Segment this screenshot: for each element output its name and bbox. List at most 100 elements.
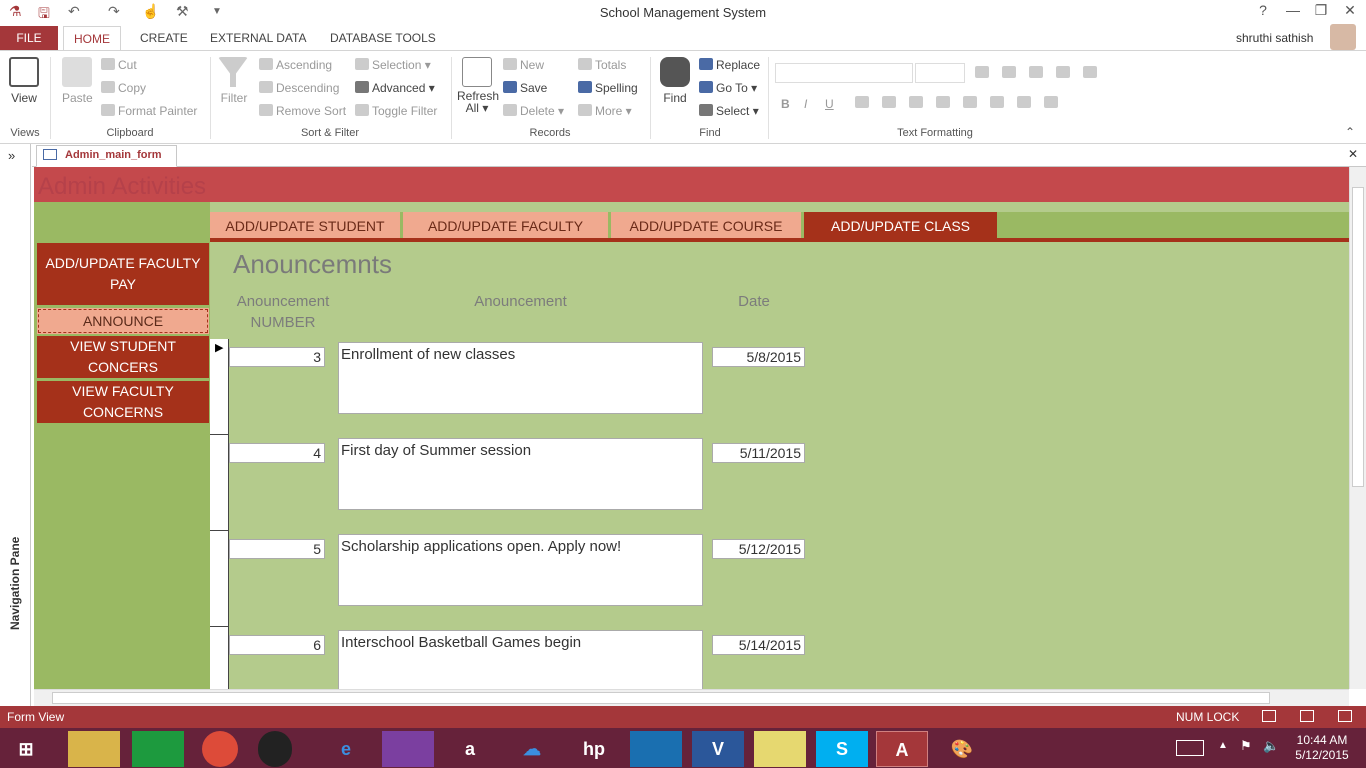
user-name[interactable]: shruthi sathish [1236,31,1313,45]
filter-button[interactable]: Filter [218,57,250,105]
document-tab[interactable]: Admin_main_form [36,145,177,167]
announcement-number-field[interactable]: 4 [229,443,325,463]
bold-button[interactable]: B [781,97,790,111]
copy-button[interactable]: Copy [101,81,146,95]
amazon-icon[interactable]: a [444,731,496,767]
onedrive-icon[interactable]: ☁ [506,731,558,767]
sticky-notes-icon[interactable] [754,731,806,767]
fill-color-icon[interactable] [909,96,923,108]
alternate-row-color-icon[interactable] [1017,96,1031,108]
record-selector[interactable]: ▶ [210,339,229,435]
chrome-icon[interactable] [202,731,238,767]
descending-button[interactable]: Descending [259,81,339,95]
format-painter-button[interactable]: Format Painter [101,104,197,118]
cut-button[interactable]: Cut [101,58,137,72]
underline-button[interactable]: U [825,97,834,111]
find-button[interactable]: Find [659,57,691,105]
app-icon[interactable] [382,731,434,767]
media-player-icon[interactable] [258,731,292,767]
navigation-pane[interactable]: » Navigation Pane [0,144,31,706]
advanced-button[interactable]: Advanced ▾ [355,81,435,95]
datasheet-view-icon[interactable] [1300,710,1314,722]
tab-add-update-class[interactable]: ADD/UPDATE CLASS [804,212,997,240]
bullets-icon[interactable] [975,66,989,78]
avatar[interactable] [1330,24,1356,50]
goto-button[interactable]: Go To ▾ [699,81,757,95]
announcement-date-field[interactable]: 5/14/2015 [712,635,805,655]
indent-icon[interactable] [1029,66,1043,78]
tab-home[interactable]: HOME [63,26,121,50]
announcement-text-field[interactable]: Interschool Basketball Games begin [338,630,703,689]
remove-sort-button[interactable]: Remove Sort [259,104,346,118]
align-center-icon[interactable] [963,96,977,108]
toggle-filter-button[interactable]: Toggle Filter [355,104,437,118]
minimize-button[interactable]: — [1281,2,1305,22]
tab-add-update-course[interactable]: ADD/UPDATE COURSE [611,212,801,240]
horizontal-scroll-thumb[interactable] [52,692,1270,704]
access-taskbar-icon[interactable]: A [876,731,928,767]
delete-record-button[interactable]: Delete ▾ [503,104,564,118]
view-student-concerns-button[interactable]: VIEW STUDENT CONCERS [37,336,209,378]
paste-button[interactable]: Paste [62,57,93,105]
tab-add-update-faculty[interactable]: ADD/UPDATE FACULTY [403,212,608,240]
horizontal-scrollbar[interactable] [34,689,1349,706]
gridlines-icon[interactable] [1044,96,1058,108]
view-button[interactable]: View [8,57,40,105]
vertical-scroll-thumb[interactable] [1352,187,1364,487]
announcement-date-field[interactable]: 5/8/2015 [712,347,805,367]
collapse-ribbon-icon[interactable]: ⌃ [1345,125,1355,139]
help-button[interactable]: ? [1251,2,1275,22]
font-name-dropdown[interactable] [775,63,913,83]
clock[interactable]: 10:44 AM 5/12/2015 [1292,733,1352,763]
announcement-text-field[interactable]: Enrollment of new classes [338,342,703,414]
paragraph-direction-icon[interactable] [1083,66,1097,78]
italic-button[interactable]: I [804,97,807,111]
record-selector[interactable] [210,435,229,531]
select-button[interactable]: Select ▾ [699,104,759,118]
flag-icon[interactable]: ⚑ [1240,738,1252,754]
visio-icon[interactable]: V [692,731,744,767]
align-right-icon[interactable] [990,96,1004,108]
align-left-icon[interactable] [936,96,950,108]
totals-button[interactable]: Totals [578,58,626,72]
design-view-icon[interactable] [1338,710,1352,722]
file-explorer-icon[interactable] [68,731,120,767]
outdent-icon[interactable] [1056,66,1070,78]
view-faculty-concerns-button[interactable]: VIEW FACULTY CONCERNS [37,381,209,423]
paint-icon[interactable]: 🎨 [936,731,988,767]
skype-icon[interactable]: S [816,731,868,767]
font-size-dropdown[interactable] [915,63,965,83]
new-record-button[interactable]: New [503,58,544,72]
announcement-date-field[interactable]: 5/11/2015 [712,443,805,463]
volume-icon[interactable]: 🔈 [1263,738,1279,754]
announcement-text-field[interactable]: Scholarship applications open. Apply now… [338,534,703,606]
more-button[interactable]: More ▾ [578,104,632,118]
numbering-icon[interactable] [1002,66,1016,78]
record-selector[interactable] [210,627,229,689]
replace-button[interactable]: Replace [699,58,760,72]
app-icon[interactable] [630,731,682,767]
announcement-text-field[interactable]: First day of Summer session [338,438,703,510]
highlight-icon[interactable] [882,96,896,108]
form-view-icon[interactable] [1262,710,1276,722]
keyboard-icon[interactable] [1176,740,1204,756]
record-selector[interactable] [210,531,229,627]
nav-pane-toggle[interactable]: » [8,148,15,163]
close-document-button[interactable]: ✕ [1348,147,1358,161]
close-window-button[interactable]: ✕ [1338,2,1362,22]
spelling-button[interactable]: Spelling [578,81,638,95]
tab-external-data[interactable]: EXTERNAL DATA [200,26,316,50]
announcement-number-field[interactable]: 6 [229,635,325,655]
announcement-date-field[interactable]: 5/12/2015 [712,539,805,559]
save-record-button[interactable]: Save [503,81,547,95]
restore-button[interactable]: ❐ [1309,2,1333,22]
tab-create[interactable]: CREATE [130,26,198,50]
announcement-number-field[interactable]: 3 [229,347,325,367]
announcement-number-field[interactable]: 5 [229,539,325,559]
tab-file[interactable]: FILE [0,26,58,50]
ascending-button[interactable]: Ascending [259,58,332,72]
tab-database-tools[interactable]: DATABASE TOOLS [320,26,446,50]
announce-button[interactable]: ANNOUNCE [37,308,209,334]
selection-button[interactable]: Selection ▾ [355,58,431,72]
show-hidden-icons[interactable]: ▲ [1218,740,1228,751]
